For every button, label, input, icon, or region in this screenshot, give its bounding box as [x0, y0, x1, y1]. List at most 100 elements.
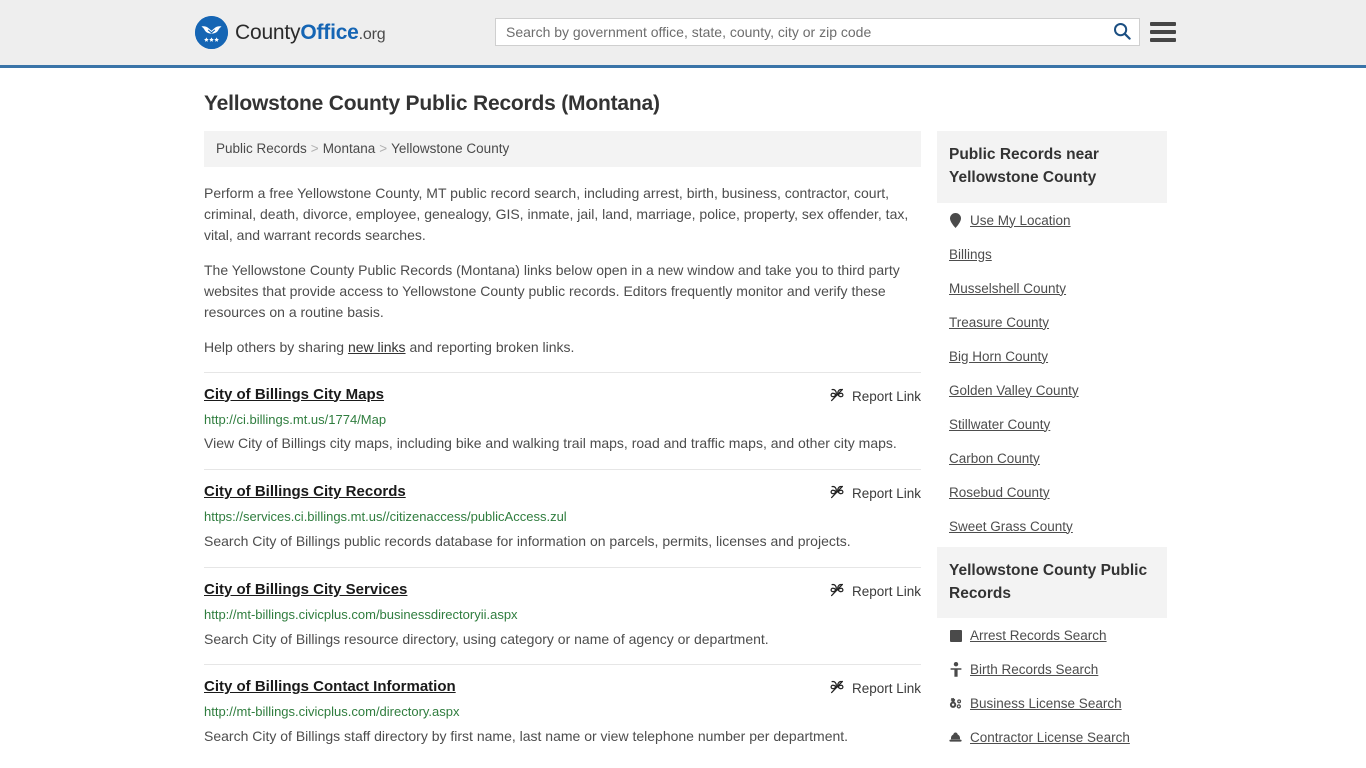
sidebar-item-arrest-records-search[interactable]: Arrest Records Search: [937, 618, 1167, 652]
sidebar-item-label[interactable]: Treasure County: [949, 315, 1049, 330]
breadcrumb-item-montana[interactable]: Montana: [323, 141, 376, 156]
list-item: City of Billings City Services Report Li…: [204, 566, 921, 665]
breadcrumb-item-yellowstone-county[interactable]: Yellowstone County: [391, 141, 509, 156]
share-text-after: and reporting broken links.: [405, 338, 575, 355]
intro-paragraph-1: Perform a free Yellowstone County, MT pu…: [204, 184, 909, 243]
intro-text: Perform a free Yellowstone County, MT pu…: [204, 183, 921, 358]
map-pin-icon: [949, 212, 962, 228]
new-links-link[interactable]: new links: [348, 339, 406, 355]
record-link-url: https://services.ci.billings.mt.us//citi…: [204, 509, 567, 525]
search-button[interactable]: [1105, 19, 1139, 45]
sidebar-item-label[interactable]: Billings: [949, 247, 992, 262]
record-link-title[interactable]: City of Billings City Records: [204, 483, 406, 501]
record-link-url: http://mt-billings.civicplus.com/busines…: [204, 606, 518, 622]
hamburger-menu-icon[interactable]: [1150, 19, 1176, 45]
broken-link-icon: [829, 582, 845, 601]
list-item-header: City of Billings City Records Report Lin…: [204, 483, 921, 503]
sidebar: Public Records near Yellowstone County U…: [937, 131, 1167, 758]
search-input[interactable]: [496, 19, 1105, 45]
sidebar-item-use-my-location[interactable]: Use My Location: [937, 203, 1167, 237]
report-link-label: Report Link: [851, 583, 921, 599]
record-link-url: http://ci.billings.mt.us/1774/Map: [204, 411, 387, 427]
report-link-label: Report Link: [851, 681, 921, 697]
sidebar-item-stillwater-county[interactable]: Stillwater County: [937, 407, 1167, 441]
eagle-shield-icon: [195, 16, 228, 49]
sidebar-item-label[interactable]: Contractor License Search: [970, 730, 1130, 745]
sidebar-item-musselshell-county[interactable]: Musselshell County: [937, 271, 1167, 305]
sidebar-item-label[interactable]: Birth Records Search: [970, 662, 1098, 677]
list-item-header: City of Billings City Services Report Li…: [204, 581, 921, 601]
baby-icon: [949, 662, 962, 677]
sidebar-item-label[interactable]: Rosebud County: [949, 485, 1050, 500]
logo-suffix: .org: [358, 25, 386, 43]
site-header: CountyOffice.org: [0, 0, 1366, 68]
broken-link-icon: [829, 679, 845, 698]
sidebar-item-label[interactable]: Golden Valley County: [949, 383, 1079, 398]
sidebar-item-birth-records-search[interactable]: Birth Records Search: [937, 652, 1167, 686]
report-link-button[interactable]: Report Link: [829, 387, 921, 406]
hamburger-bar: [1150, 30, 1176, 34]
record-link-description: View City of Billings city maps, includi…: [204, 435, 897, 452]
list-item-header: City of Billings City Maps Report Link: [204, 386, 921, 406]
list-item: City of Billings City Maps Report Link h…: [204, 371, 921, 470]
sidebar-item-label[interactable]: Carbon County: [949, 451, 1040, 466]
sidebar-item-label[interactable]: Use My Location: [970, 213, 1071, 228]
hamburger-bar: [1150, 22, 1176, 26]
list-item: City of Billings Contact Information Rep…: [204, 664, 921, 762]
report-link-button[interactable]: Report Link: [829, 582, 921, 601]
site-logo[interactable]: CountyOffice.org: [195, 16, 386, 49]
sidebar-item-big-horn-county[interactable]: Big Horn County: [937, 339, 1167, 373]
logo-word-office: Office: [300, 20, 359, 44]
report-link-button[interactable]: Report Link: [829, 679, 921, 698]
logo-word-county: County: [235, 20, 301, 44]
content-layout: Public Records > Montana > Yellowstone Count…: [204, 131, 1171, 762]
fingerprint-square-icon: [949, 629, 962, 642]
sidebar-item-rosebud-county[interactable]: Rosebud County: [937, 475, 1167, 509]
broken-link-icon: [829, 484, 845, 503]
sidebar-item-billings[interactable]: Billings: [937, 237, 1167, 271]
report-link-button[interactable]: Report Link: [829, 484, 921, 503]
hamburger-bar: [1150, 38, 1176, 42]
page-title: Yellowstone County Public Records (Monta…: [204, 92, 660, 115]
sidebar-section-nearby: Public Records near Yellowstone County U…: [937, 131, 1167, 543]
breadcrumb-separator: >: [379, 141, 388, 156]
sidebar-item-label[interactable]: Big Horn County: [949, 349, 1048, 364]
hard-hat-icon: [949, 732, 962, 744]
sidebar-nearby-title: Public Records near Yellowstone County: [937, 131, 1167, 203]
sidebar-item-label[interactable]: Stillwater County: [949, 417, 1050, 432]
sidebar-item-sweet-grass-county[interactable]: Sweet Grass County: [937, 509, 1167, 543]
breadcrumb-separator: >: [310, 141, 319, 156]
main-column: Public Records > Montana > Yellowstone Count…: [204, 131, 921, 762]
list-item-header: City of Billings Contact Information Rep…: [204, 678, 921, 698]
record-link-url: http://mt-billings.civicplus.com/directo…: [204, 704, 460, 720]
logo-wordmark: CountyOffice.org: [235, 20, 386, 45]
sidebar-item-carbon-county[interactable]: Carbon County: [937, 441, 1167, 475]
sidebar-item-label[interactable]: Business License Search: [970, 696, 1122, 711]
sidebar-item-contractor-license-search[interactable]: Contractor License Search: [937, 720, 1167, 754]
record-link-title[interactable]: City of Billings City Maps: [204, 386, 384, 404]
record-link-title[interactable]: City of Billings City Services: [204, 581, 407, 599]
sidebar-item-golden-valley-county[interactable]: Golden Valley County: [937, 373, 1167, 407]
intro-paragraph-2: The Yellowstone County Public Records (M…: [204, 261, 900, 320]
sidebar-records-title: Yellowstone County Public Records: [937, 546, 1167, 618]
record-link-title[interactable]: City of Billings Contact Information: [204, 678, 456, 696]
gears-icon: [949, 697, 962, 710]
record-link-description: Search City of Billings staff directory …: [204, 728, 849, 745]
breadcrumb-item-public-records[interactable]: Public Records: [216, 141, 307, 156]
search-bar[interactable]: [495, 18, 1140, 46]
sidebar-item-treasure-county[interactable]: Treasure County: [937, 305, 1167, 339]
sidebar-records-list: Arrest Records Search Birth Records Sear…: [937, 618, 1167, 754]
sidebar-item-label[interactable]: Arrest Records Search: [970, 628, 1107, 643]
sidebar-item-label[interactable]: Musselshell County: [949, 281, 1066, 296]
share-text-before: Help others by sharing: [204, 338, 348, 355]
broken-link-icon: [829, 387, 845, 406]
intro-paragraph-3: Help others by sharing new links and rep…: [204, 337, 921, 358]
sidebar-item-label[interactable]: Sweet Grass County: [949, 519, 1073, 534]
breadcrumb: Public Records > Montana > Yellowstone Count…: [204, 131, 921, 167]
report-link-label: Report Link: [851, 486, 921, 502]
sidebar-nearby-list: Use My Location Billings Musselshell Cou…: [937, 203, 1167, 543]
records-link-list: City of Billings City Maps Report Link h…: [204, 371, 921, 762]
record-link-description: Search City of Billings resource directo…: [204, 630, 769, 647]
record-link-description: Search City of Billings public records d…: [204, 532, 851, 549]
sidebar-item-business-license-search[interactable]: Business License Search: [937, 686, 1167, 720]
